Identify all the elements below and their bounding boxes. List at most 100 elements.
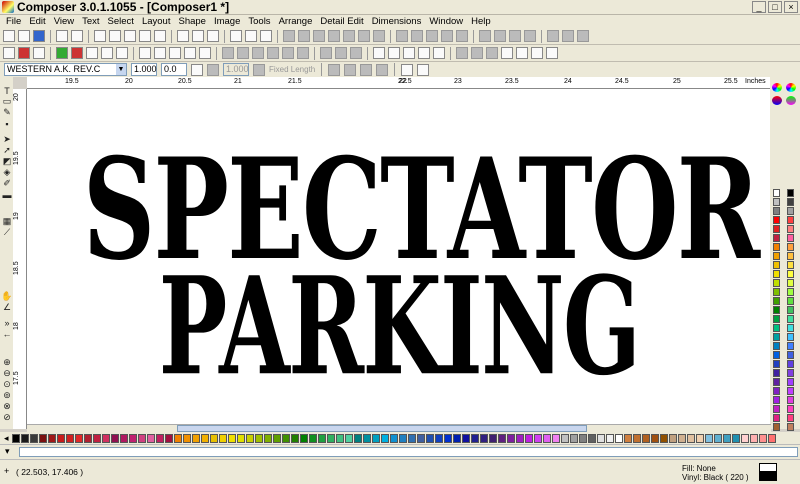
palette-swatch[interactable]	[695, 433, 704, 443]
envelope-icon[interactable]	[494, 30, 506, 42]
mirror-icon[interactable]	[509, 30, 521, 42]
node-edit-icon[interactable]	[396, 30, 408, 42]
fixed-value-field[interactable]: 1.000	[223, 63, 249, 76]
menu-text[interactable]: Text	[78, 16, 103, 27]
diamond-icon[interactable]	[184, 47, 196, 59]
transform-icon[interactable]	[116, 47, 128, 59]
align-center-icon[interactable]	[237, 47, 249, 59]
palette-swatch[interactable]	[787, 306, 794, 314]
fill-icon[interactable]	[373, 47, 385, 59]
close-button[interactable]: ×	[784, 1, 798, 13]
palette-swatch[interactable]	[443, 433, 452, 443]
inline-icon[interactable]	[456, 30, 468, 42]
palette-swatch[interactable]	[740, 433, 749, 443]
palette-swatch[interactable]	[787, 216, 794, 224]
dot-small-icon[interactable]	[516, 47, 528, 59]
palette-swatch[interactable]	[20, 433, 29, 443]
palette-swatch[interactable]	[668, 433, 677, 443]
palette-swatch[interactable]	[787, 243, 794, 251]
group-icon[interactable]	[313, 30, 325, 42]
palette-swatch[interactable]	[65, 433, 74, 443]
gradient-icon[interactable]	[403, 47, 415, 59]
zoom-page-icon[interactable]: ⊚	[2, 390, 12, 400]
palette-swatch[interactable]	[605, 433, 614, 443]
palette-swatch[interactable]	[787, 225, 794, 233]
palette-swatch[interactable]	[398, 433, 407, 443]
angle-field[interactable]: 0.0	[161, 63, 187, 76]
menu-layout[interactable]: Layout	[138, 16, 175, 27]
menu-dimensions[interactable]: Dimensions	[368, 16, 426, 27]
save-icon[interactable]	[33, 30, 45, 42]
spiral-icon[interactable]	[546, 47, 558, 59]
palette-swatch[interactable]	[773, 324, 780, 332]
menu-shape[interactable]: Shape	[174, 16, 209, 27]
arrow-left-icon[interactable]: ←	[2, 329, 12, 339]
layer-field[interactable]	[19, 447, 798, 457]
palette-swatch[interactable]	[767, 433, 776, 443]
palette-swatch[interactable]	[506, 433, 515, 443]
text-align-center-icon[interactable]	[344, 63, 357, 76]
rotate-icon[interactable]	[524, 30, 536, 42]
palette-swatch[interactable]	[787, 297, 794, 305]
palette-swatch[interactable]	[380, 433, 389, 443]
palette-swatch[interactable]	[533, 433, 542, 443]
palette-swatch[interactable]	[353, 433, 362, 443]
menu-arrange[interactable]: Arrange	[275, 16, 317, 27]
minimize-button[interactable]: _	[752, 1, 766, 13]
paint-bucket-icon[interactable]: ◈	[2, 167, 12, 177]
palette-swatch[interactable]	[416, 433, 425, 443]
paste-style-icon[interactable]	[101, 47, 113, 59]
shadow-icon[interactable]	[441, 30, 453, 42]
palette-swatch[interactable]	[758, 433, 767, 443]
palette-swatch[interactable]	[47, 433, 56, 443]
palette-swatch[interactable]	[452, 433, 461, 443]
zoom-fit-icon[interactable]: ⊙	[2, 379, 12, 389]
palette-swatch[interactable]	[290, 433, 299, 443]
menu-file[interactable]: File	[2, 16, 25, 27]
eraser-icon[interactable]: ▬	[2, 190, 12, 200]
ungroup-icon[interactable]	[328, 30, 340, 42]
space-vertical-icon[interactable]	[335, 47, 347, 59]
text-tool-icon[interactable]	[230, 30, 242, 42]
redo-icon[interactable]	[154, 30, 166, 42]
palette-swatch[interactable]	[407, 433, 416, 443]
palette-swatch[interactable]	[200, 433, 209, 443]
palette-swatch[interactable]	[344, 433, 353, 443]
palette-swatch[interactable]	[245, 433, 254, 443]
palette-swatch[interactable]	[773, 297, 780, 305]
palette-swatch[interactable]	[101, 433, 110, 443]
palette-swatch[interactable]	[164, 433, 173, 443]
select-mode-icon[interactable]	[3, 47, 15, 59]
palette-swatch[interactable]	[731, 433, 740, 443]
palette-swatch[interactable]	[773, 414, 780, 422]
palette-swatch[interactable]	[146, 433, 155, 443]
palette-swatch[interactable]	[722, 433, 731, 443]
palette-swatch[interactable]	[787, 333, 794, 341]
center-page-icon[interactable]	[350, 47, 362, 59]
palette-swatch[interactable]	[787, 423, 794, 431]
maximize-button[interactable]: □	[768, 1, 782, 13]
palette-swatch[interactable]	[128, 433, 137, 443]
marker-tool-icon[interactable]: ▪	[2, 119, 12, 129]
zoom-in-icon[interactable]: ⊕	[2, 357, 12, 367]
palette-swatch[interactable]	[74, 433, 83, 443]
palette-swatch[interactable]	[659, 433, 668, 443]
frame-tool-icon[interactable]: ▭	[2, 96, 12, 106]
palette-swatch[interactable]	[92, 433, 101, 443]
palette-swatch[interactable]	[254, 433, 263, 443]
text-frame-icon[interactable]	[245, 30, 257, 42]
palette-swatch[interactable]	[773, 207, 780, 215]
palette-swatch[interactable]	[371, 433, 380, 443]
dot-large-icon[interactable]	[501, 47, 513, 59]
palette-swatch[interactable]	[551, 433, 560, 443]
color-wheel-icon[interactable]	[772, 83, 782, 92]
palette-swatch[interactable]	[11, 433, 20, 443]
combine-icon[interactable]	[343, 30, 355, 42]
palette-swatch[interactable]	[434, 433, 443, 443]
cut-icon[interactable]	[94, 30, 106, 42]
align-left-icon[interactable]	[222, 47, 234, 59]
zoom-out-icon[interactable]: ⊖	[2, 368, 12, 378]
gradient-swatch-icon[interactable]	[772, 96, 782, 105]
layer-toggle-icon[interactable]: ▾	[5, 446, 10, 457]
palette-swatch[interactable]	[787, 198, 794, 206]
